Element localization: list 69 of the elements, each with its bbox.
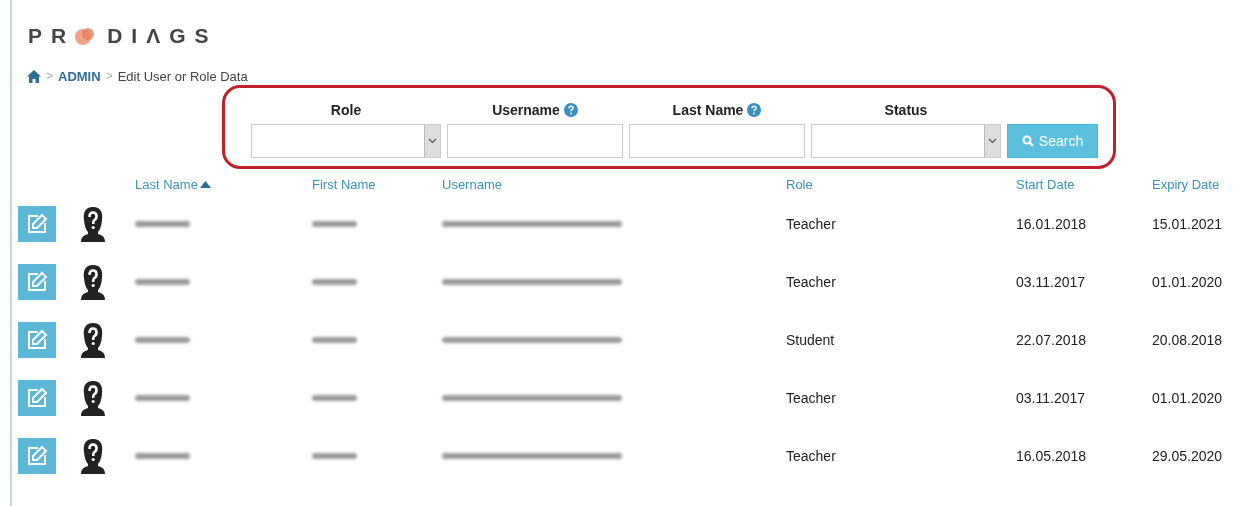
field-label: Username — [492, 102, 560, 118]
redacted-text — [312, 337, 357, 343]
blob-icon — [74, 26, 97, 46]
redacted-text — [135, 337, 190, 343]
field-label: Last Name — [672, 102, 744, 118]
table-cell-text: Teacher — [786, 389, 837, 408]
table-cell-text: 16.01.2018 — [1016, 215, 1088, 234]
help-icon — [747, 103, 762, 117]
table-cell-text: 01.01.2020 — [1152, 389, 1224, 408]
help-icon — [563, 103, 578, 117]
avatar-icon — [80, 206, 106, 242]
redacted-text — [135, 221, 190, 227]
search-button[interactable]: Search — [1007, 124, 1098, 158]
column-header[interactable]: Expiry Date — [1152, 173, 1239, 195]
column-header[interactable]: First Name — [312, 173, 442, 195]
redacted-text — [312, 453, 357, 459]
avatar-icon — [80, 380, 106, 416]
pencil-icon — [25, 212, 49, 236]
pencil-icon — [25, 328, 49, 352]
redacted-text — [135, 279, 190, 285]
input-field[interactable] — [447, 124, 623, 158]
redacted-text — [312, 395, 357, 401]
logo-text: DIΛGS — [107, 24, 218, 48]
breadcrumb-link[interactable]: ADMIN — [58, 68, 101, 84]
edit-button[interactable] — [18, 380, 56, 416]
table-cell-text: 15.01.2021 — [1152, 215, 1224, 234]
dropdown[interactable] — [251, 124, 441, 158]
logo-text: PR — [28, 24, 76, 48]
avatar-icon — [80, 438, 106, 474]
field-label: Role — [330, 102, 362, 118]
avatar-icon — [80, 322, 106, 358]
separator: > — [46, 69, 53, 83]
table-cell-text: Student — [786, 331, 836, 350]
chevron-down-icon — [988, 138, 997, 144]
input-field[interactable] — [629, 124, 805, 158]
table-cell-text: 29.05.2020 — [1152, 447, 1224, 466]
redacted-text — [135, 453, 190, 459]
pencil-icon — [25, 386, 49, 410]
table-cell-text: Teacher — [786, 273, 837, 292]
edit-button[interactable] — [18, 438, 56, 474]
breadcrumb-current: Edit User or Role Data — [117, 68, 248, 84]
sort-up-icon — [199, 180, 211, 188]
table-cell-text: Teacher — [786, 447, 837, 466]
pencil-icon — [25, 270, 49, 294]
column-header[interactable]: Username — [442, 173, 786, 195]
edit-button[interactable] — [18, 264, 56, 300]
column-header[interactable]: Start Date — [1016, 173, 1152, 195]
table-cell-text: 22.07.2018 — [1016, 331, 1088, 350]
column-header[interactable]: Role — [786, 173, 1016, 195]
search-icon — [1021, 135, 1034, 147]
table-cell-text: 16.05.2018 — [1016, 447, 1088, 466]
redacted-text — [312, 221, 357, 227]
separator: > — [105, 69, 113, 83]
edit-button[interactable] — [18, 206, 56, 242]
pencil-icon — [25, 444, 49, 468]
redacted-text — [312, 279, 357, 285]
table-cell-text: 01.01.2020 — [1152, 273, 1224, 292]
field-label: Status — [884, 102, 928, 118]
table-cell-text: Teacher — [786, 215, 837, 234]
dropdown[interactable] — [811, 124, 1001, 158]
home-icon — [27, 69, 41, 83]
chevron-down-icon — [428, 138, 437, 144]
table-cell-text: 20.08.2018 — [1152, 331, 1224, 350]
edit-button[interactable] — [18, 322, 56, 358]
column-header[interactable]: Last Name — [135, 173, 312, 195]
avatar-icon — [80, 264, 106, 300]
table-cell-text: 03.11.2017 — [1016, 389, 1087, 408]
redacted-text — [135, 395, 190, 401]
table-cell-text: 03.11.2017 — [1016, 273, 1087, 292]
